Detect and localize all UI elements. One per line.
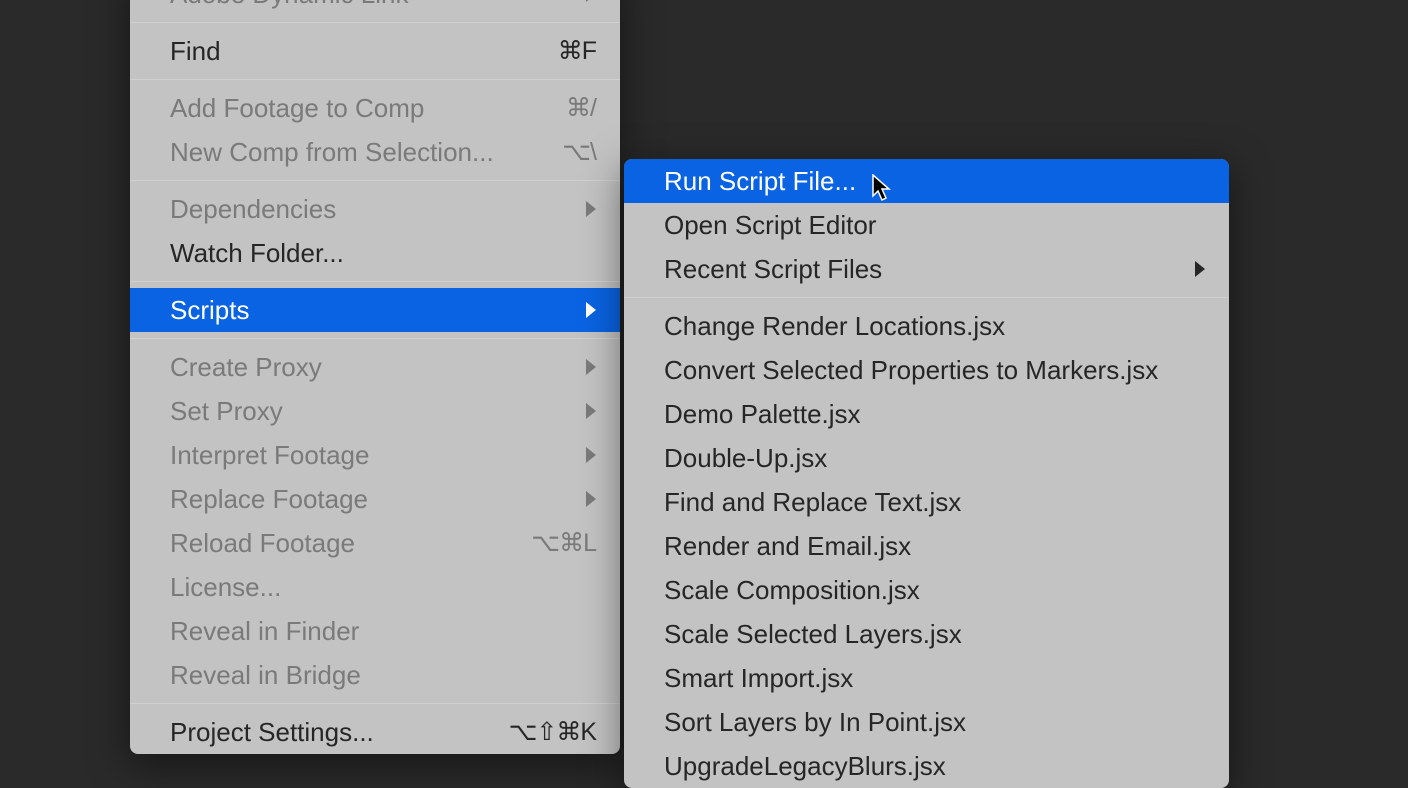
menu-item-label: Open Script Editor xyxy=(664,207,876,243)
menu-item-label: Convert Selected Properties to Markers.j… xyxy=(664,352,1158,388)
scripts-submenu-item[interactable]: Open Script Editor xyxy=(624,203,1229,247)
submenu-arrow-icon xyxy=(586,302,596,318)
menu-item-label: Reveal in Finder xyxy=(170,613,359,649)
file-menu-item: Dependencies xyxy=(130,187,620,231)
scripts-submenu-item[interactable]: Scale Selected Layers.jsx xyxy=(624,612,1229,656)
scripts-submenu-item[interactable]: Demo Palette.jsx xyxy=(624,392,1229,436)
scripts-submenu-item[interactable]: Find and Replace Text.jsx xyxy=(624,480,1229,524)
file-menu-item: Reveal in Finder xyxy=(130,609,620,653)
menu-item-label: Set Proxy xyxy=(170,393,283,429)
file-menu-item: Create Proxy xyxy=(130,345,620,389)
menu-item-label: Find xyxy=(170,33,221,69)
submenu-arrow-icon xyxy=(586,359,596,375)
menu-item-label: Smart Import.jsx xyxy=(664,660,853,696)
submenu-arrow-icon xyxy=(1195,261,1205,277)
file-menu-item: Interpret Footage xyxy=(130,433,620,477)
scripts-submenu[interactable]: Run Script File... Open Script Editor Rece… xyxy=(624,159,1229,788)
menu-item-label: Add Footage to Comp xyxy=(170,90,424,126)
menu-item-label: Interpret Footage xyxy=(170,437,369,473)
file-menu-item: Set Proxy xyxy=(130,389,620,433)
menu-item-label: Reload Footage xyxy=(170,525,355,561)
submenu-arrow-icon xyxy=(586,447,596,463)
scripts-submenu-item[interactable]: Change Render Locations.jsx xyxy=(624,304,1229,348)
menu-item-label: Project Settings... xyxy=(170,714,374,750)
file-menu-item[interactable]: Scripts xyxy=(130,288,620,332)
menu-item-label: Replace Footage xyxy=(170,481,368,517)
menu-item-label: Reveal in Bridge xyxy=(170,657,361,693)
menu-item-label: License... xyxy=(170,569,281,605)
menu-item-label: Find and Replace Text.jsx xyxy=(664,484,961,520)
submenu-arrow-icon xyxy=(586,403,596,419)
menu-item-label: Double-Up.jsx xyxy=(664,440,827,476)
submenu-arrow-icon xyxy=(586,0,596,2)
menu-item-label: Scale Selected Layers.jsx xyxy=(664,616,962,652)
menu-item-label: Adobe Dynamic Link xyxy=(170,0,408,12)
menu-item-label: New Comp from Selection... xyxy=(170,134,494,170)
menu-item-label: Render and Email.jsx xyxy=(664,528,911,564)
file-menu-item[interactable]: Find ⌘F xyxy=(130,29,620,73)
file-menu-item: Reveal in Bridge xyxy=(130,653,620,697)
menu-shortcut: ⌘F xyxy=(558,33,596,69)
menu-separator xyxy=(130,22,620,23)
menu-item-label: Scripts xyxy=(170,292,249,328)
menu-separator xyxy=(130,281,620,282)
menu-item-label: Run Script File... xyxy=(664,163,856,199)
menu-item-label: Change Render Locations.jsx xyxy=(664,308,1005,344)
scripts-submenu-item[interactable]: Render and Email.jsx xyxy=(624,524,1229,568)
menu-separator xyxy=(130,703,620,704)
file-menu-item: Reload Footage ⌥⌘L xyxy=(130,521,620,565)
menu-item-label: Create Proxy xyxy=(170,349,322,385)
file-menu-item: License... xyxy=(130,565,620,609)
menu-item-label: Dependencies xyxy=(170,191,336,227)
menu-shortcut: ⌥\ xyxy=(562,134,596,170)
scripts-submenu-item[interactable]: Convert Selected Properties to Markers.j… xyxy=(624,348,1229,392)
menu-separator xyxy=(130,180,620,181)
menu-separator xyxy=(130,338,620,339)
file-menu-item: Add Footage to Comp ⌘/ xyxy=(130,86,620,130)
menu-item-label: Recent Script Files xyxy=(664,251,882,287)
menu-shortcut: ⌘/ xyxy=(566,90,596,126)
submenu-arrow-icon xyxy=(586,201,596,217)
submenu-arrow-icon xyxy=(586,491,596,507)
file-menu-item: New Comp from Selection... ⌥\ xyxy=(130,130,620,174)
scripts-submenu-item[interactable]: Run Script File... xyxy=(624,159,1229,203)
menu-shortcut: ⌥⇧⌘K xyxy=(509,714,596,750)
menu-separator xyxy=(130,79,620,80)
scripts-submenu-item[interactable]: Scale Composition.jsx xyxy=(624,568,1229,612)
scripts-submenu-item[interactable]: Double-Up.jsx xyxy=(624,436,1229,480)
menu-item-label: UpgradeLegacyBlurs.jsx xyxy=(664,748,946,784)
file-menu-item[interactable]: Watch Folder... xyxy=(130,231,620,275)
menu-separator xyxy=(624,297,1229,298)
scripts-submenu-item[interactable]: Smart Import.jsx xyxy=(624,656,1229,700)
scripts-submenu-item[interactable]: Recent Script Files xyxy=(624,247,1229,291)
menu-item-label: Demo Palette.jsx xyxy=(664,396,861,432)
menu-shortcut: ⌥⌘L xyxy=(531,525,596,561)
file-menu-item: Replace Footage xyxy=(130,477,620,521)
file-menu-item[interactable]: Project Settings... ⌥⇧⌘K xyxy=(130,710,620,754)
file-menu[interactable]: Adobe Dynamic Link Find ⌘F Add Footage to C… xyxy=(130,0,620,754)
menu-item-label: Scale Composition.jsx xyxy=(664,572,920,608)
file-menu-item: Adobe Dynamic Link xyxy=(130,0,620,16)
scripts-submenu-item[interactable]: Sort Layers by In Point.jsx xyxy=(624,700,1229,744)
menu-item-label: Watch Folder... xyxy=(170,235,344,271)
menu-item-label: Sort Layers by In Point.jsx xyxy=(664,704,966,740)
scripts-submenu-item[interactable]: UpgradeLegacyBlurs.jsx xyxy=(624,744,1229,788)
